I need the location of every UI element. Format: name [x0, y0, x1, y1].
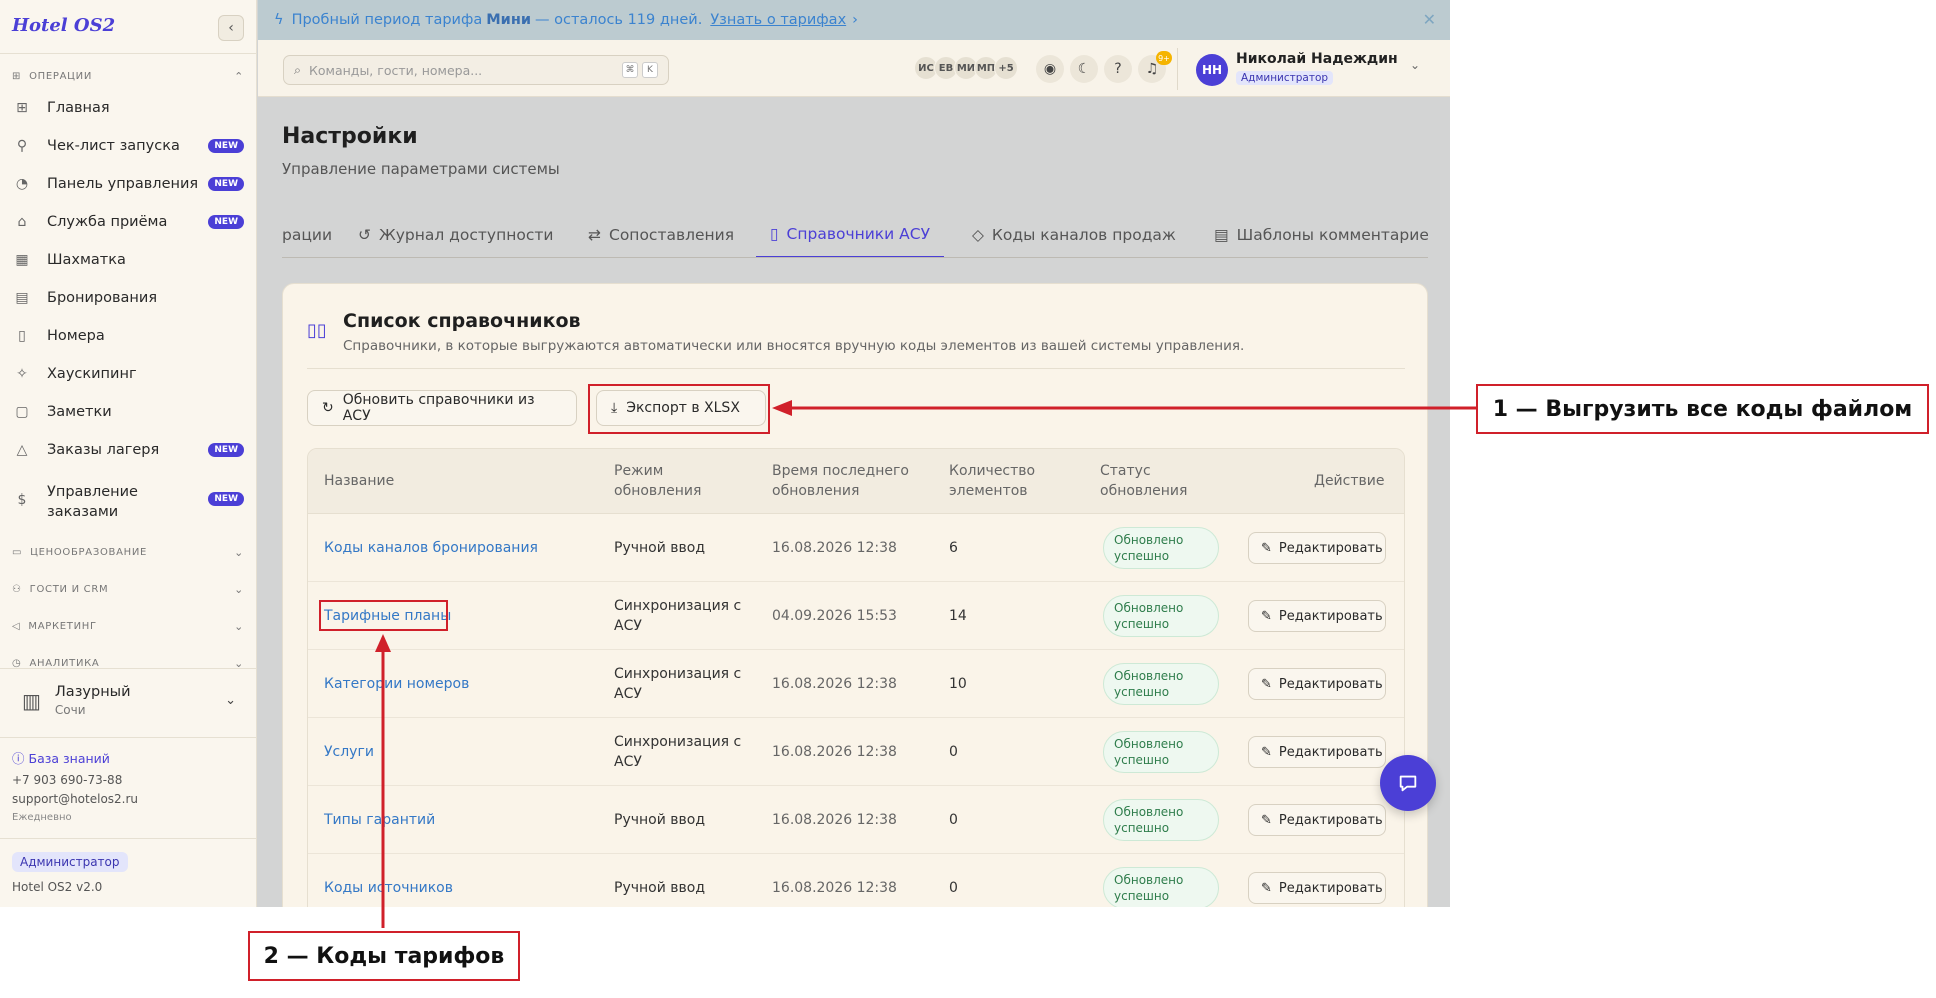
annotation-arrows [375, 400, 1476, 928]
annotation-label-tariffs: 2 — Коды тарифов [248, 931, 520, 981]
arrowhead [375, 634, 391, 652]
annotation-label-export: 1 — Выгрузить все коды файлом [1476, 384, 1929, 434]
arrowhead [772, 400, 792, 416]
